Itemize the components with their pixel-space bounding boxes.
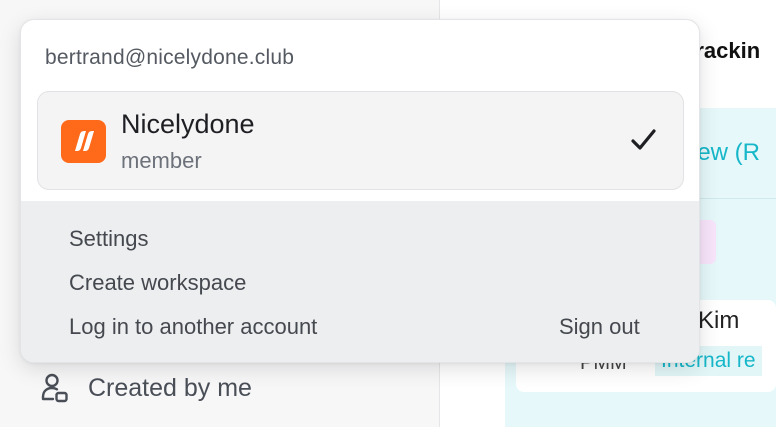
sidebar-item-label: Created by me	[88, 373, 252, 402]
settings-menu-item[interactable]: Settings	[69, 226, 149, 252]
log-in-another-account-menu-item[interactable]: Log in to another account	[69, 314, 317, 340]
user-icon	[41, 373, 68, 403]
sidebar-item-created-by-me[interactable]: Created by me	[40, 372, 252, 404]
person-name: Kim	[698, 307, 740, 334]
workspace-option-nicelydone[interactable]: Nicelydone member	[37, 91, 684, 190]
workspace-role: member	[121, 148, 202, 173]
account-email: bertrand@nicelydone.club	[45, 46, 295, 69]
checkmark-icon	[631, 129, 656, 150]
account-menu-actions: Settings Create workspace Log in to anot…	[21, 201, 699, 362]
view-tab[interactable]: iew (R	[692, 139, 760, 167]
create-workspace-menu-item[interactable]: Create workspace	[69, 270, 246, 296]
workspace-name: Nicelydone	[121, 109, 255, 139]
account-dropdown: bertrand@nicelydone.club Nicelydone memb…	[20, 19, 700, 363]
nicelydone-logo-icon	[61, 120, 106, 163]
sign-out-button[interactable]: Sign out	[559, 314, 640, 340]
